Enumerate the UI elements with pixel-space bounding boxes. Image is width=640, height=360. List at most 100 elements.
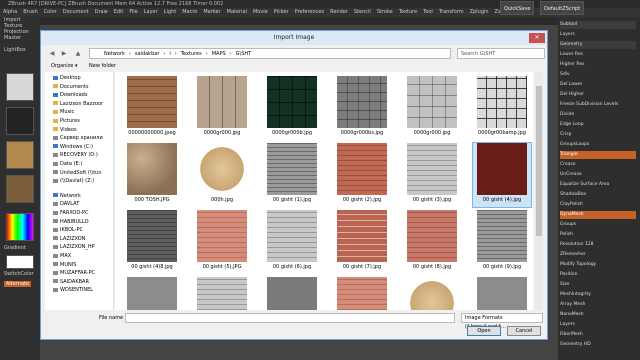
- back-arrow-icon[interactable]: ◀: [47, 49, 57, 59]
- palette-item[interactable]: FiberMesh: [560, 331, 636, 339]
- palette-item[interactable]: Crease: [560, 161, 636, 169]
- menu-item[interactable]: File: [129, 9, 137, 15]
- nav-item[interactable]: Videos: [53, 126, 77, 134]
- palette-item[interactable]: UnCrease: [560, 171, 636, 179]
- file-item[interactable]: 00 gisht (5).JPG: [193, 210, 251, 274]
- organize-button[interactable]: Organize ▾: [51, 61, 78, 71]
- gradient-label[interactable]: Gradient: [4, 245, 26, 251]
- palette-item[interactable]: ClayPolish: [560, 201, 636, 209]
- projection-master-button[interactable]: Projection Master: [4, 29, 40, 41]
- lightbox-button[interactable]: LightBox: [4, 47, 26, 53]
- menu-item[interactable]: Material: [227, 9, 247, 15]
- file-item[interactable]: 00 gisht (4)8.jpg: [123, 210, 181, 274]
- menu-item[interactable]: Texture: [399, 9, 417, 15]
- file-name-input[interactable]: [125, 313, 455, 323]
- nav-item[interactable]: Lazizxon Bazzoor: [53, 100, 103, 108]
- nav-item[interactable]: HABIBULLO: [53, 218, 89, 226]
- nav-item[interactable]: MUZAFFAR-PC: [53, 269, 95, 277]
- file-item[interactable]: 00 gisht (7).jpg: [333, 210, 391, 274]
- palette-item[interactable]: Geometry HD: [560, 341, 636, 349]
- texture-thumbnail[interactable]: [6, 141, 34, 169]
- nav-item[interactable]: SAIDAKBAR: [53, 278, 89, 286]
- palette-item[interactable]: Edge Loop: [560, 121, 636, 129]
- menu-item[interactable]: Preferences: [295, 9, 324, 15]
- file-item[interactable]: 000 TOSH.JPG: [123, 143, 181, 207]
- menu-item[interactable]: Edit: [114, 9, 124, 15]
- menu-item[interactable]: Document: [63, 9, 89, 15]
- file-item[interactable]: [263, 277, 321, 310]
- palette-item[interactable]: DynaMesh: [560, 211, 636, 219]
- palette-item[interactable]: Del Lower: [560, 81, 636, 89]
- palette-item[interactable]: Equalize Surface Area: [560, 181, 636, 189]
- nav-item[interactable]: FARXOD-PC: [53, 209, 89, 217]
- palette-item[interactable]: Lower Res: [560, 51, 636, 59]
- menu-item[interactable]: Marker: [203, 9, 220, 15]
- file-item[interactable]: 00 gisht (6).jpg: [263, 210, 321, 274]
- nav-item[interactable]: IKBOL-PC: [53, 226, 83, 234]
- menu-item[interactable]: Stencil: [354, 9, 371, 15]
- up-arrow-icon[interactable]: ▲: [73, 49, 83, 59]
- file-item[interactable]: 00 gisht (2).jpg: [333, 143, 391, 207]
- nav-item[interactable]: MUNIS: [53, 261, 76, 269]
- file-item[interactable]: 00 gisht (9).jpg: [473, 210, 531, 274]
- palette-item[interactable]: Freeze SubDivision Levels: [560, 101, 636, 109]
- menu-item[interactable]: Tool: [423, 9, 433, 15]
- palette-item[interactable]: Higher Res: [560, 61, 636, 69]
- palette-item[interactable]: Modify Topology: [560, 261, 636, 269]
- file-item[interactable]: [403, 277, 461, 310]
- nav-item[interactable]: DAVLAT: [53, 200, 79, 208]
- nav-item[interactable]: RECOVERY (D:): [53, 151, 98, 159]
- open-button[interactable]: Open: [467, 326, 501, 336]
- nav-item[interactable]: WDSENTINEL: [53, 286, 93, 294]
- file-item[interactable]: 00 gisht (8).jpg: [403, 210, 461, 274]
- file-type-select[interactable]: Image Formats (*.bmp;*.psd;*...: [461, 313, 543, 330]
- menu-item[interactable]: Stroke: [377, 9, 393, 15]
- palette-item[interactable]: Resolution 128: [560, 241, 636, 249]
- file-item[interactable]: 0000gr000.jpg: [193, 76, 251, 140]
- menu-item[interactable]: Macro: [182, 9, 197, 15]
- file-item[interactable]: 00 gisht (4).jpg: [472, 142, 532, 208]
- quicksave-button[interactable]: QuickSave: [500, 1, 535, 15]
- nav-item[interactable]: Documents: [53, 83, 89, 91]
- alternate-button[interactable]: Alternate: [4, 281, 32, 287]
- breadcrumb-item[interactable]: Textures: [181, 51, 202, 57]
- cancel-button[interactable]: Cancel: [507, 326, 541, 336]
- switch-color-label[interactable]: SwitchColor: [4, 271, 34, 277]
- palette-item[interactable]: Position: [560, 271, 636, 279]
- file-item[interactable]: 0000gr00bamp.jpg: [473, 76, 531, 140]
- nav-item[interactable]: Music: [53, 108, 74, 116]
- file-item[interactable]: [333, 277, 391, 310]
- palette-item[interactable]: Geometry: [560, 41, 636, 49]
- file-item[interactable]: 0000gr000b.jpg: [263, 76, 321, 140]
- breadcrumb-item[interactable]: Network: [104, 51, 125, 57]
- palette-item[interactable]: Size: [560, 281, 636, 289]
- main-color-swatch[interactable]: [6, 255, 34, 269]
- nav-item[interactable]: Pictures: [53, 117, 80, 125]
- menu-item[interactable]: Render: [330, 9, 348, 15]
- file-item[interactable]: 0000gr000.jpg: [403, 76, 461, 140]
- nav-item[interactable]: Desktop: [53, 74, 81, 82]
- stroke-thumbnail[interactable]: [6, 107, 34, 135]
- close-button[interactable]: ✕: [529, 33, 545, 43]
- file-item[interactable]: 00 gisht (3).jpg: [403, 143, 461, 207]
- menu-item[interactable]: Zplugin: [470, 9, 489, 15]
- palette-item[interactable]: Groups: [560, 221, 636, 229]
- menu-item[interactable]: Draw: [95, 9, 108, 15]
- nav-item[interactable]: LAZIZXON_HP: [53, 243, 95, 251]
- file-item[interactable]: [193, 277, 251, 310]
- brush-thumbnail[interactable]: [6, 73, 34, 101]
- palette-item[interactable]: GroupsLoops: [560, 141, 636, 149]
- material-thumbnail[interactable]: [6, 175, 34, 203]
- breadcrumb-item[interactable]: saidakbar: [135, 51, 160, 57]
- nav-item[interactable]: (\\Davlat) (Z:): [53, 177, 94, 185]
- palette-item[interactable]: Layers: [560, 321, 636, 329]
- palette-item[interactable]: Sdiv: [560, 71, 636, 79]
- menu-item[interactable]: Brush: [23, 9, 37, 15]
- nav-item[interactable]: Data (E:): [53, 160, 82, 168]
- file-item[interactable]: [123, 277, 181, 310]
- palette-item[interactable]: Triangle: [560, 151, 636, 159]
- nav-item[interactable]: LAZIZXON: [53, 235, 85, 243]
- menu-item[interactable]: Light: [164, 9, 176, 15]
- file-item[interactable]: 0000gr000bs.jpg: [333, 76, 391, 140]
- palette-item[interactable]: NanoMesh: [560, 311, 636, 319]
